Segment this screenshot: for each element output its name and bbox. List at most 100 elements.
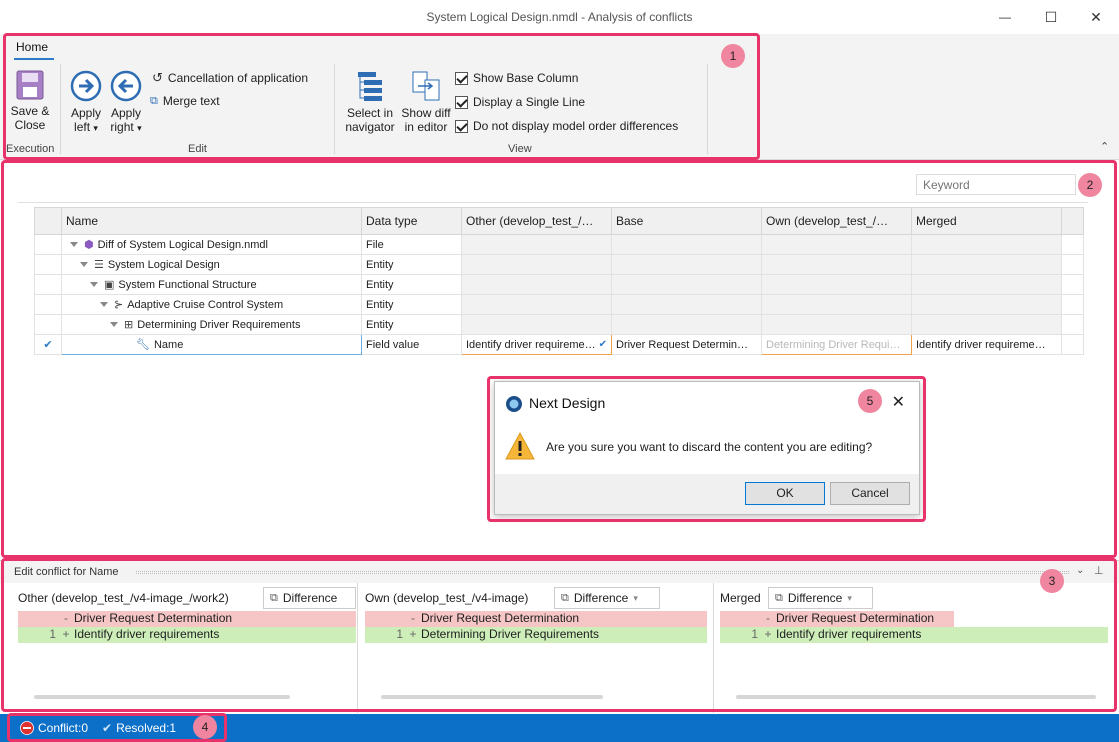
cancellation-button[interactable]: ↺ Cancellation of application <box>152 70 308 86</box>
horizontal-scrollbar[interactable] <box>34 695 290 699</box>
horizontal-scrollbar[interactable] <box>381 695 603 699</box>
removed-line: - Driver Request Determination <box>365 611 707 627</box>
checkmark-icon: ✔ <box>598 338 607 350</box>
table-row[interactable]: ⊞ Determining Driver Requirements Entity <box>34 314 1084 335</box>
cancel-button[interactable]: Cancel <box>830 482 910 505</box>
base-value[interactable]: Driver Request Determin… <box>611 334 762 355</box>
select-in-navigator-button[interactable]: Select in navigator <box>342 70 398 134</box>
tab-home[interactable]: Home <box>16 40 48 54</box>
table-row[interactable]: ⊱ Adaptive Cruise Control System Entity <box>34 294 1084 315</box>
dialog-title: Next Design <box>529 395 606 411</box>
expand-caret-icon[interactable] <box>80 262 88 267</box>
warning-icon <box>505 431 535 460</box>
merge-text-button[interactable]: ⧉ Merge text <box>150 94 220 108</box>
display-single-line-checkbox[interactable]: Display a Single Line <box>455 95 585 109</box>
wrench-icon: 🔧︎ <box>136 339 150 351</box>
row-name: System Logical Design <box>107 258 220 271</box>
undo-icon: ↺ <box>152 70 163 85</box>
function-icon: ⊞ <box>124 319 134 331</box>
pane-separator <box>713 583 714 713</box>
select-nav-label-2: navigator <box>345 120 395 134</box>
panel-menu-icon[interactable]: ⌄ <box>1076 565 1084 576</box>
merged-pane: Merged ⧉ Difference ▾ - Driver Request De… <box>720 585 1108 709</box>
diff-mode-label: Difference <box>282 591 338 605</box>
chevron-down-icon: ▾ <box>633 592 638 603</box>
other-value: Identify driver requireme… <box>466 338 596 351</box>
maximize-button[interactable]: ☐ <box>1028 0 1074 34</box>
edit-conflict-panel: Edit conflict for Name ⌄ ⊥ Other (develo… <box>0 560 1119 713</box>
other-diff-mode-select[interactable]: ⧉ Difference <box>263 587 356 609</box>
diff-mode-icon: ⧉ <box>775 591 783 604</box>
row-name: Diff of System Logical Design.nmdl <box>97 238 268 251</box>
structure-icon: ▣ <box>104 279 115 291</box>
expand-caret-icon[interactable] <box>70 242 78 247</box>
confirm-dialog: Next Design ✕ Are you sure you want to d… <box>494 381 920 515</box>
close-window-button[interactable]: ✕ <box>1073 0 1119 34</box>
ok-button[interactable]: OK <box>745 482 825 505</box>
row-type: Entity <box>361 294 462 315</box>
chevron-down-icon: ▾ <box>137 123 142 133</box>
table-row[interactable]: ⬢ Diff of System Logical Design.nmdl File <box>34 234 1084 255</box>
apply-right-button[interactable]: Apply right ▾ <box>106 70 146 135</box>
no-model-order-label: Do not display model order differences <box>473 119 679 133</box>
resolved-check-icon: ✔ <box>43 339 53 351</box>
grid-header-name[interactable]: Name <box>61 207 362 235</box>
cancellation-label: Cancellation of application <box>167 71 308 85</box>
callout-badge: 3 <box>1040 569 1064 593</box>
merged-diff-mode-select[interactable]: ⧉ Difference ▾ <box>768 587 873 609</box>
dialog-message: Are you sure you want to discard the con… <box>546 440 873 454</box>
table-row[interactable]: ▣ System Functional Structure Entity <box>34 274 1084 295</box>
show-diff-label-1: Show diff <box>401 106 451 120</box>
display-single-line-label: Display a Single Line <box>473 95 586 109</box>
conflict-label: Conflict:0 <box>38 721 89 735</box>
conflict-count[interactable]: Conflict:0 <box>20 721 88 735</box>
close-icon: ✕ <box>1090 8 1102 25</box>
diff-mode-label: Difference <box>573 591 629 605</box>
grid-header-base[interactable]: Base <box>611 207 762 235</box>
grid-header-merged[interactable]: Merged <box>911 207 1062 235</box>
merged-value[interactable]: Identify driver requireme… <box>911 334 1062 355</box>
own-value[interactable]: Determining Driver Requi… <box>761 334 912 355</box>
minimize-button[interactable]: — <box>982 0 1028 34</box>
row-name: Adaptive Cruise Control System <box>127 298 284 311</box>
panel-grip[interactable] <box>136 571 1069 574</box>
group-label-view: View <box>508 143 532 155</box>
no-model-order-checkbox[interactable]: Do not display model order differences <box>455 119 678 133</box>
keyword-search-input[interactable] <box>916 174 1076 195</box>
expand-caret-icon[interactable] <box>100 302 108 307</box>
title-bar: System Logical Design.nmdl - Analysis of… <box>0 0 1119 34</box>
resolved-count[interactable]: ✔ Resolved:1 <box>102 721 176 735</box>
save-close-button[interactable]: Save & Close <box>6 70 54 132</box>
merge-text-label: Merge text <box>162 94 220 108</box>
pin-icon[interactable]: ⊥ <box>1094 564 1104 577</box>
apply-left-button[interactable]: Apply left ▾ <box>68 70 104 135</box>
expand-caret-icon[interactable] <box>110 322 118 327</box>
collapse-ribbon-icon[interactable]: ⌃ <box>1100 140 1109 153</box>
own-pane-label: Own (develop_test_/v4-image) <box>365 591 529 605</box>
show-diff-label-2: in editor <box>404 120 448 134</box>
own-diff-mode-select[interactable]: ⧉ Difference ▾ <box>554 587 660 609</box>
group-label-execution: Execution <box>6 143 55 155</box>
dialog-close-button[interactable]: ✕ <box>892 392 905 412</box>
tab-home-indicator <box>14 58 54 60</box>
table-row[interactable]: ☰ System Logical Design Entity <box>34 254 1084 275</box>
show-base-column-checkbox[interactable]: Show Base Column <box>455 71 578 85</box>
merged-pane-label: Merged <box>720 591 761 605</box>
show-diff-in-editor-button[interactable]: Show diff in editor <box>399 70 453 134</box>
save-close-label-1: Save & <box>10 104 50 118</box>
grid-header-row: Name Data type Other (develop_test_/… Ba… <box>34 207 1084 235</box>
expand-caret-icon[interactable] <box>90 282 98 287</box>
window-title: System Logical Design.nmdl - Analysis of… <box>426 10 693 24</box>
row-name: System Functional Structure <box>118 278 257 291</box>
horizontal-scrollbar[interactable] <box>736 695 1096 699</box>
row-type: Entity <box>361 314 462 335</box>
maximize-icon: ☐ <box>1044 8 1058 25</box>
grid-header-own[interactable]: Own (develop_test_/… <box>761 207 912 235</box>
grid-header-type[interactable]: Data type <box>361 207 462 235</box>
grid-header-other[interactable]: Other (develop_test_/… <box>461 207 612 235</box>
callout-badge: 1 <box>721 44 745 68</box>
system-icon: ⊱ <box>114 299 124 311</box>
table-row-selected[interactable]: ✔ 🔧︎ Name Field value Identify driver req… <box>34 334 1084 355</box>
row-type: File <box>361 234 462 255</box>
minimize-icon: — <box>999 10 1011 24</box>
